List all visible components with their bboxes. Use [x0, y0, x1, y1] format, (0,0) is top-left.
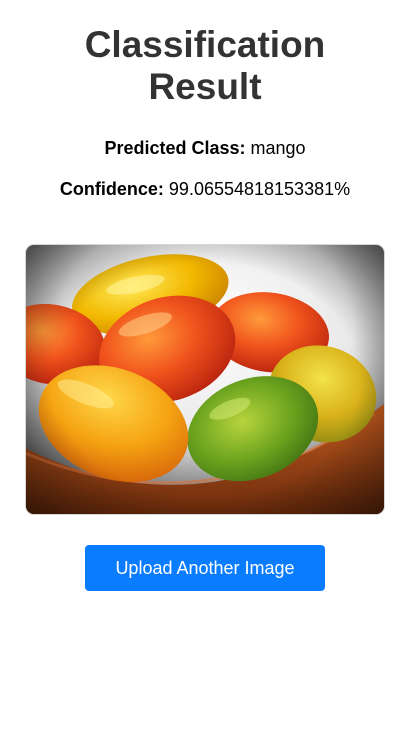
predicted-class-value: mango	[250, 138, 306, 158]
confidence-label: Confidence:	[59, 179, 164, 199]
predicted-class-row: Predicted Class: mango	[0, 137, 410, 159]
confidence-value: 99.06554818153381%	[168, 179, 351, 199]
page-title-line2: Result	[148, 66, 262, 107]
page-title-line1: Classification	[84, 24, 326, 65]
classification-result-page: Classification Result Predicted Class: m…	[0, 0, 410, 747]
confidence-row: Confidence: 99.06554818153381%	[0, 178, 410, 200]
upload-another-image-button[interactable]: Upload Another Image	[85, 545, 325, 591]
page-title: Classification Result	[0, 24, 410, 108]
uploaded-image	[25, 244, 385, 515]
mango-bowl-photo	[26, 245, 384, 514]
predicted-class-label: Predicted Class:	[104, 138, 246, 158]
